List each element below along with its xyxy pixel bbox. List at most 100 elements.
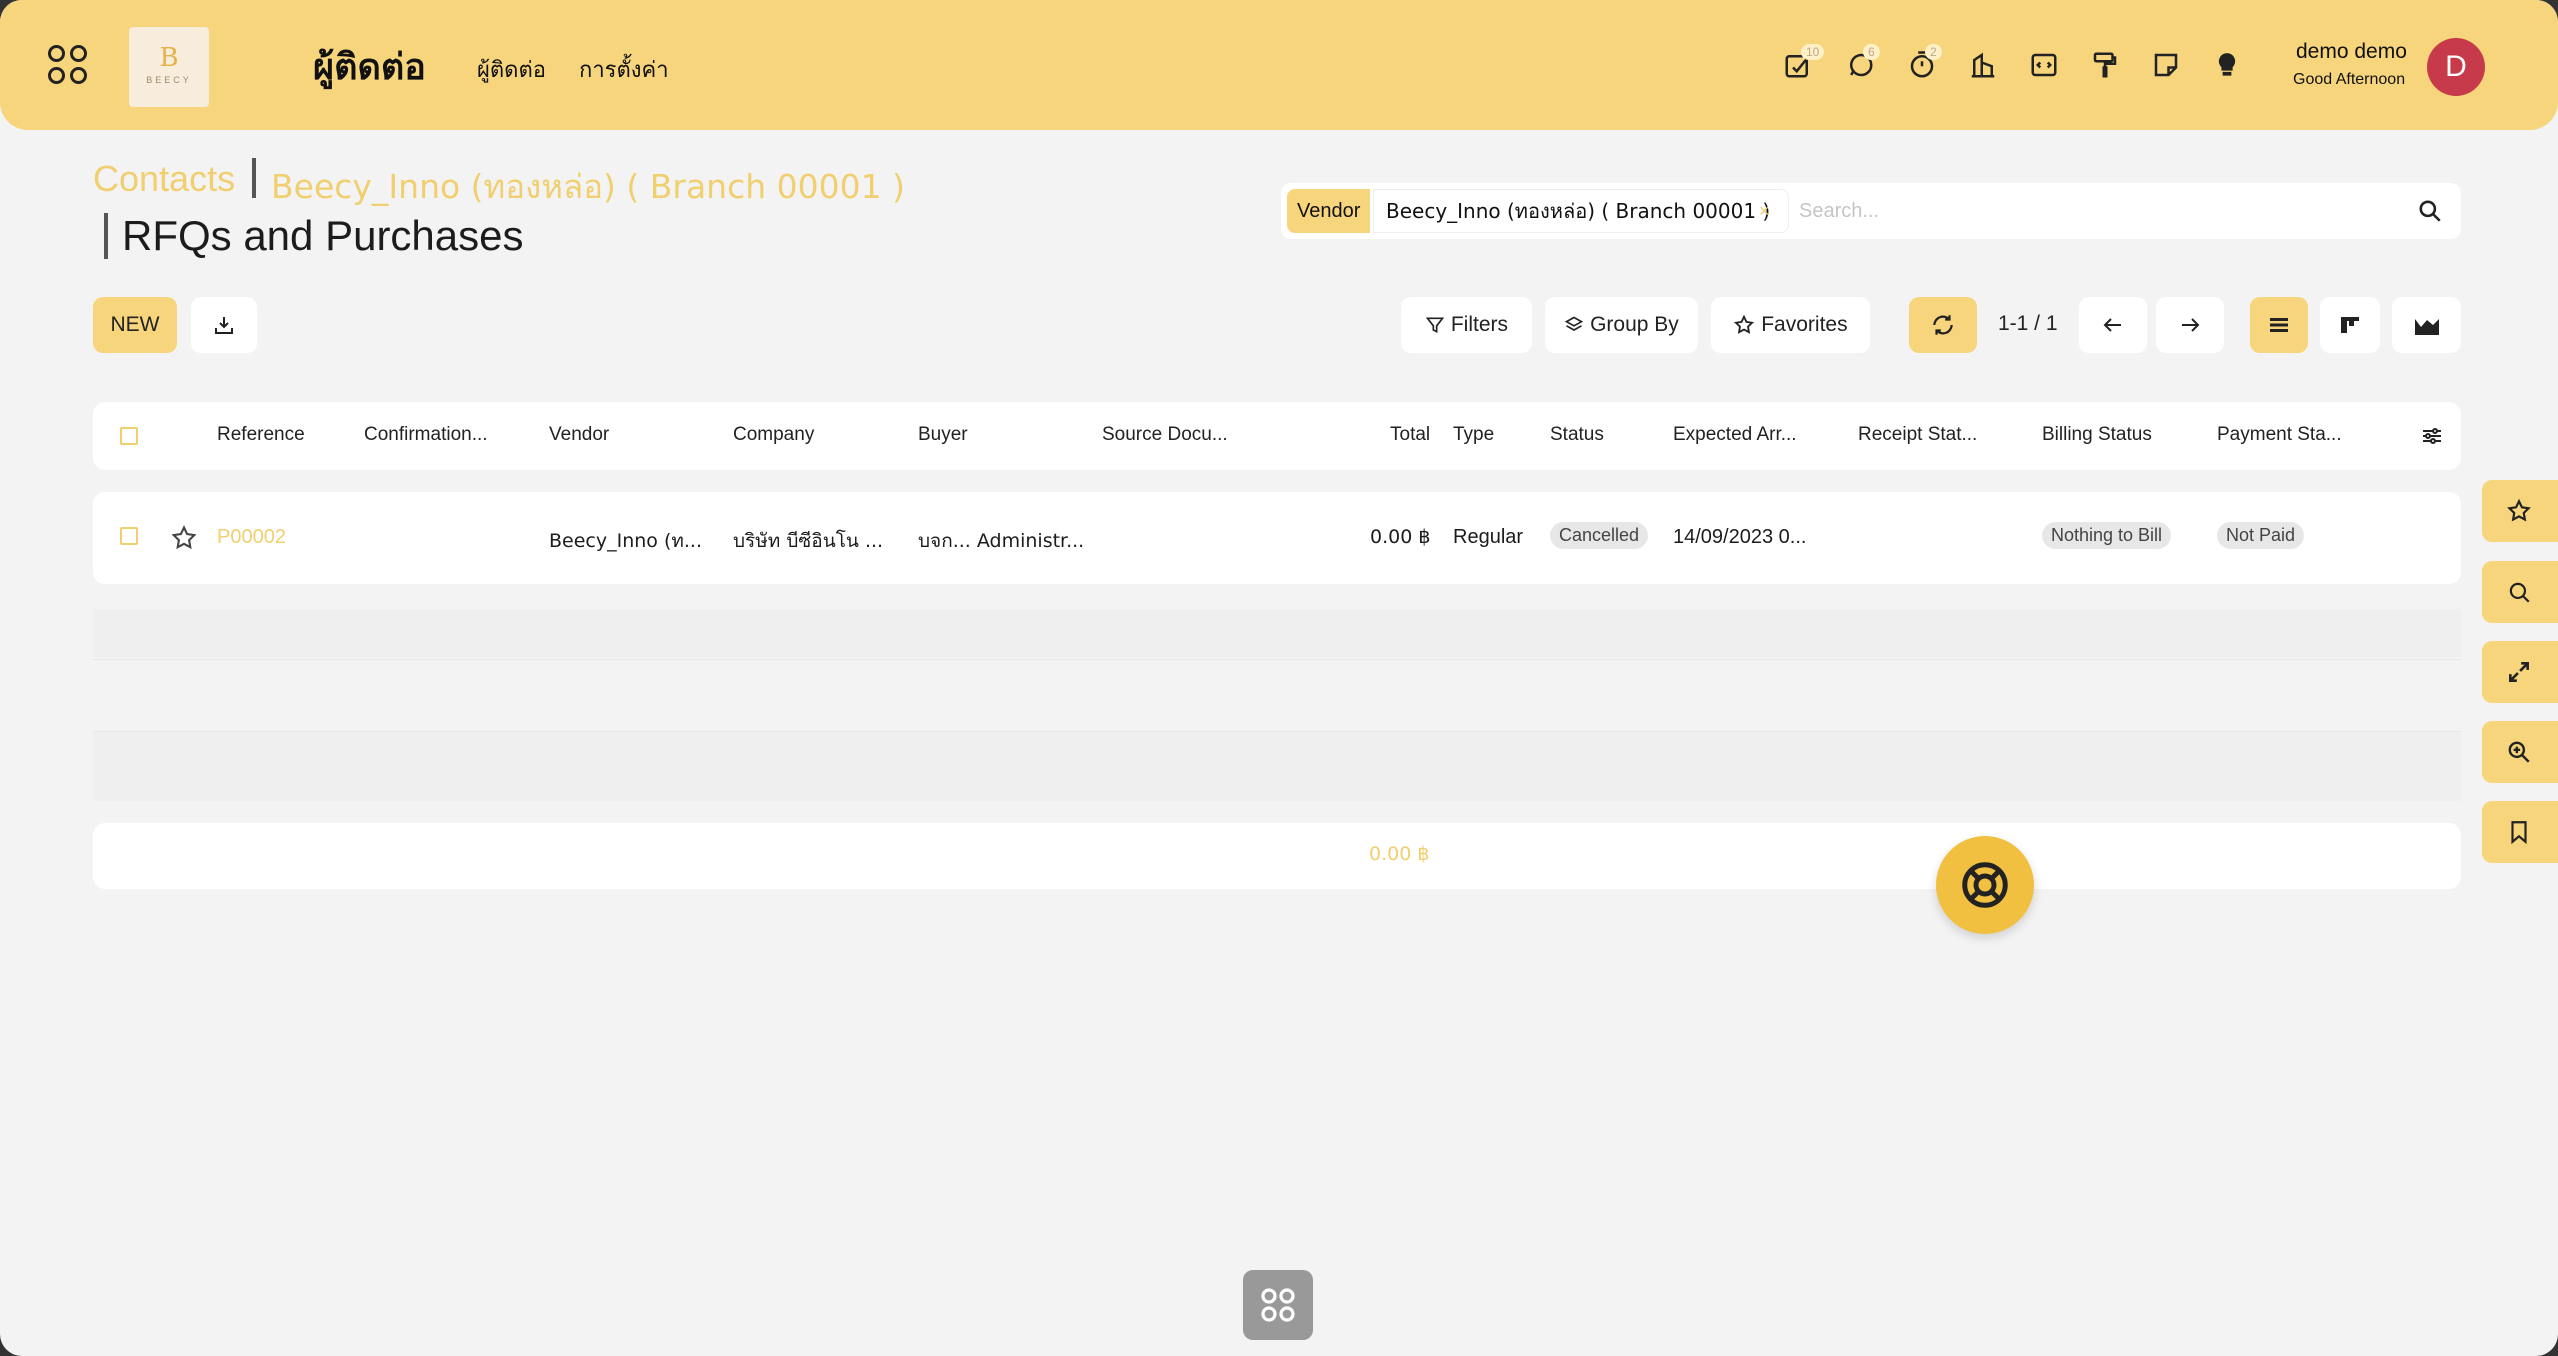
avatar[interactable]: D: [2427, 38, 2485, 96]
cell-total: 0.00 ฿: [1370, 526, 1431, 548]
table-row[interactable]: P00002 Beecy_Inno (ท... บริษัท บีซีอินโน…: [93, 492, 2461, 584]
menu-settings[interactable]: การตั้งค่า: [579, 52, 669, 87]
area-chart-icon: [2414, 319, 2439, 336]
activity-icon[interactable]: 10: [1783, 44, 1825, 80]
payment-status-badge: Not Paid: [2217, 522, 2305, 549]
filters-button[interactable]: Filters: [1401, 297, 1532, 353]
table-header: Reference Confirmation... Vendor Company…: [93, 402, 2461, 470]
column-settings-icon[interactable]: [2420, 424, 2444, 448]
timer-icon[interactable]: 2: [1907, 44, 1942, 80]
empty-row: [93, 659, 2461, 707]
column-payment-status[interactable]: Payment Sta...: [2217, 424, 2342, 446]
side-favorite-button[interactable]: [2482, 480, 2558, 542]
side-zoom-button[interactable]: [2482, 721, 2558, 783]
column-buyer[interactable]: Buyer: [918, 424, 968, 446]
pager-previous-button[interactable]: [2079, 297, 2147, 353]
billing-status-badge: Nothing to Bill: [2042, 522, 2172, 549]
user-greeting: Good Afternoon: [2293, 71, 2406, 88]
pager-next-button[interactable]: [2156, 297, 2224, 353]
favorites-label: Favorites: [1761, 313, 1848, 336]
row-checkbox[interactable]: [120, 527, 138, 545]
cell-expected-arrival: 14/09/2023 0...: [1673, 526, 1807, 548]
view-graph-button[interactable]: [2392, 297, 2461, 353]
page-title: RFQs and Purchases: [122, 212, 524, 259]
star-icon: [1734, 315, 1755, 335]
kanban-icon: [2341, 317, 2359, 334]
column-reference[interactable]: Reference: [217, 424, 305, 446]
new-button[interactable]: NEW: [93, 297, 177, 353]
favorites-button[interactable]: Favorites: [1711, 297, 1870, 353]
column-status[interactable]: Status: [1550, 424, 1604, 446]
column-company[interactable]: Company: [733, 424, 814, 446]
filters-label: Filters: [1450, 313, 1508, 336]
group-by-button[interactable]: Group By: [1545, 297, 1698, 353]
help-lifebuoy-button[interactable]: [1936, 836, 2034, 934]
messages-icon[interactable]: 6: [1845, 44, 1880, 80]
apps-menu-icon[interactable]: [48, 45, 90, 87]
bottom-apps-button[interactable]: [1243, 1270, 1313, 1340]
priority-star-icon[interactable]: [170, 524, 198, 552]
layers-icon: [1565, 316, 1584, 332]
top-navbar: B BEECY ผู้ติดต่อ ผู้ติดต่อ การตั้งค่า 1…: [0, 0, 2558, 130]
search-icon: [2509, 582, 2530, 603]
arrow-right-icon: [2182, 318, 2200, 333]
messages-badge: 6: [1863, 44, 1880, 60]
column-billing-status[interactable]: Billing Status: [2042, 424, 2152, 446]
column-vendor[interactable]: Vendor: [549, 424, 609, 446]
note-icon[interactable]: [2151, 50, 2181, 80]
column-source-document[interactable]: Source Docu...: [1102, 424, 1228, 446]
list-icon: [2270, 318, 2288, 333]
empty-row: [93, 731, 2461, 801]
user-name[interactable]: demo demo: [2296, 40, 2407, 64]
lifebuoy-icon: [1962, 862, 2008, 908]
search-input[interactable]: [1799, 193, 2379, 229]
column-type[interactable]: Type: [1453, 424, 1494, 446]
timer-badge: 2: [1925, 44, 1942, 60]
breadcrumb-separator: [252, 158, 256, 198]
cell-buyer: บจก... Administr...: [918, 530, 1085, 552]
app-title[interactable]: ผู้ติดต่อ: [313, 38, 426, 95]
logo-text: BEECY: [146, 75, 192, 85]
search-facet-value: Beecy_Inno (ทองหล่อ) ( Branch 00001 ): [1373, 189, 1789, 233]
breadcrumb-record[interactable]: Beecy_Inno (ทองหล่อ) ( Branch 00001 ): [271, 160, 905, 213]
breadcrumb-contacts[interactable]: Contacts: [93, 158, 235, 200]
table-footer: 0.00 ฿: [93, 823, 2461, 889]
column-total[interactable]: Total: [1390, 424, 1430, 446]
side-expand-button[interactable]: [2482, 641, 2558, 703]
search-box: Vendor Beecy_Inno (ทองหล่อ) ( Branch 000…: [1281, 183, 2461, 239]
side-search-button[interactable]: [2482, 561, 2558, 623]
app-window: B BEECY ผู้ติดต่อ ผู้ติดต่อ การตั้งค่า 1…: [0, 0, 2558, 1356]
menu-contacts[interactable]: ผู้ติดต่อ: [477, 52, 546, 87]
column-receipt-status[interactable]: Receipt Stat...: [1858, 424, 1977, 446]
side-bookmark-button[interactable]: [2482, 801, 2558, 863]
select-all-checkbox[interactable]: [120, 427, 138, 445]
search-facet-label: Vendor: [1287, 189, 1371, 233]
view-list-button[interactable]: [2250, 297, 2308, 353]
code-icon[interactable]: [2029, 50, 2059, 80]
facet-remove-icon[interactable]: ×: [1759, 189, 1770, 233]
activity-badge: 10: [1801, 44, 1825, 60]
zoom-in-icon: [2508, 741, 2530, 763]
expand-icon: [2509, 662, 2529, 682]
company-logo[interactable]: B BEECY: [129, 27, 209, 107]
search-icon[interactable]: [2417, 198, 2443, 224]
lightbulb-icon[interactable]: [2212, 50, 2242, 80]
footer-total: 0.00 ฿: [1369, 843, 1430, 865]
cell-reference: P00002: [217, 526, 286, 548]
export-button[interactable]: [191, 297, 257, 353]
pager-value[interactable]: 1-1 / 1: [1998, 312, 2058, 336]
cell-vendor: Beecy_Inno (ท...: [549, 530, 703, 552]
refresh-icon: [1933, 315, 1953, 336]
download-icon: [215, 317, 233, 335]
empty-row: [93, 609, 2461, 657]
group-by-label: Group By: [1590, 313, 1679, 336]
refresh-button[interactable]: [1909, 297, 1977, 353]
company-switch-icon[interactable]: [1968, 50, 1998, 80]
paint-roller-icon[interactable]: [2090, 50, 2120, 80]
cell-company: บริษัท บีซีอินโน ...: [733, 530, 884, 552]
column-confirmation[interactable]: Confirmation...: [364, 424, 488, 446]
column-expected-arrival[interactable]: Expected Arr...: [1673, 424, 1797, 446]
star-icon: [2507, 498, 2531, 522]
view-kanban-button[interactable]: [2320, 297, 2380, 353]
arrow-left-icon: [2103, 318, 2121, 333]
